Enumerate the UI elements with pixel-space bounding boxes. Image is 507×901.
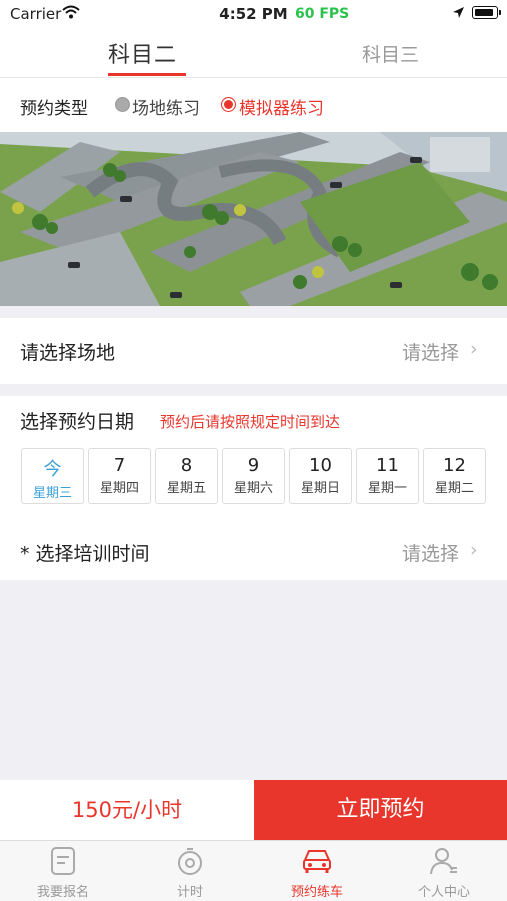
booking-type-label: 预约类型 (20, 99, 88, 119)
date-option-today[interactable]: 今 星期三 (21, 448, 84, 504)
date-option[interactable]: 9 星期六 (222, 448, 285, 504)
fps-counter: 60 FPS (295, 6, 350, 22)
chevron-right-icon: › (470, 338, 478, 360)
radio-field-practice[interactable] (115, 97, 130, 112)
active-tab-indicator (108, 73, 186, 76)
arrival-notice: 预约后请按照规定时间到达 (160, 413, 341, 431)
tab-label: 个人中心 (417, 885, 470, 900)
training-ground-illustration (0, 132, 507, 306)
timer-icon (178, 848, 202, 875)
tab-subject-two[interactable]: 科目二 (108, 37, 177, 69)
training-time-value[interactable]: 请选择 (402, 539, 459, 566)
option-field-practice[interactable]: 场地练习 (132, 94, 200, 119)
tab-subject-three[interactable]: 科目三 (362, 40, 419, 67)
site-select-value: 请选择 (402, 342, 460, 364)
bottom-tab-bar: 我要报名 计时 预约练车 个人中心 (0, 840, 507, 901)
date-weekday: 星期四 (99, 481, 139, 496)
date-weekday: 星期二 (434, 481, 474, 496)
booking-type-row: 预约类型 场地练习 模拟器练习 (0, 78, 507, 132)
date-weekday: 星期一 (367, 481, 407, 496)
date-day: 12 (443, 455, 466, 476)
date-day: 8 (180, 455, 193, 476)
training-time-label[interactable]: * 选择培训时间 (20, 539, 150, 566)
option-simulator-practice[interactable]: 模拟器练习 (239, 94, 324, 119)
battery-icon (472, 6, 501, 19)
date-option[interactable]: 11 星期一 (356, 448, 419, 504)
date-weekday: 星期三 (32, 486, 72, 501)
date-day: 7 (113, 455, 126, 476)
date-option[interactable]: 8 星期五 (155, 448, 218, 504)
hourly-price: 150元/小时 (0, 780, 254, 840)
radio-simulator-practice[interactable] (221, 97, 236, 112)
car-icon (303, 850, 331, 873)
tab-label: 计时 (176, 885, 203, 900)
form-icon (51, 847, 75, 875)
date-option[interactable]: 12 星期二 (423, 448, 486, 504)
tab-book-practice[interactable]: 预约练车 (254, 841, 380, 901)
tab-timer[interactable]: 计时 (127, 841, 253, 901)
training-ground-banner (0, 132, 507, 306)
site-select-row[interactable]: 请选择场地 请选择 › (0, 318, 507, 384)
chevron-right-icon[interactable]: › (470, 539, 478, 561)
booking-action-bar: 150元/小时 立即预约 (0, 780, 507, 840)
date-weekday: 星期日 (300, 481, 340, 496)
tab-profile[interactable]: 个人中心 (381, 841, 507, 901)
date-selection-section: 选择预约日期 预约后请按照规定时间到达 今 星期三 7 星期四 8 星期五 9 … (0, 396, 507, 580)
location-arrow-icon (453, 7, 464, 18)
date-weekday: 星期五 (166, 481, 206, 496)
book-now-button[interactable]: 立即预约 (254, 780, 507, 840)
date-option[interactable]: 10 星期日 (289, 448, 352, 504)
date-day: 10 (309, 455, 332, 476)
subject-tabs: 科目二 科目三 (0, 28, 507, 78)
date-day: 11 (376, 455, 399, 476)
tab-enroll[interactable]: 我要报名 (0, 841, 126, 901)
date-day: 9 (247, 455, 260, 476)
status-bar: Carrier 4:52 PM 60 FPS (0, 0, 507, 28)
date-section-label: 选择预约日期 (20, 411, 135, 433)
date-day: 今 (43, 459, 62, 480)
tab-label: 我要报名 (36, 885, 89, 900)
person-icon (430, 848, 457, 875)
tab-label: 预约练车 (290, 885, 343, 900)
date-weekday: 星期六 (233, 481, 273, 496)
date-option[interactable]: 7 星期四 (88, 448, 151, 504)
status-time: 4:52 PM (219, 5, 288, 23)
site-select-label: 请选择场地 (20, 342, 116, 364)
